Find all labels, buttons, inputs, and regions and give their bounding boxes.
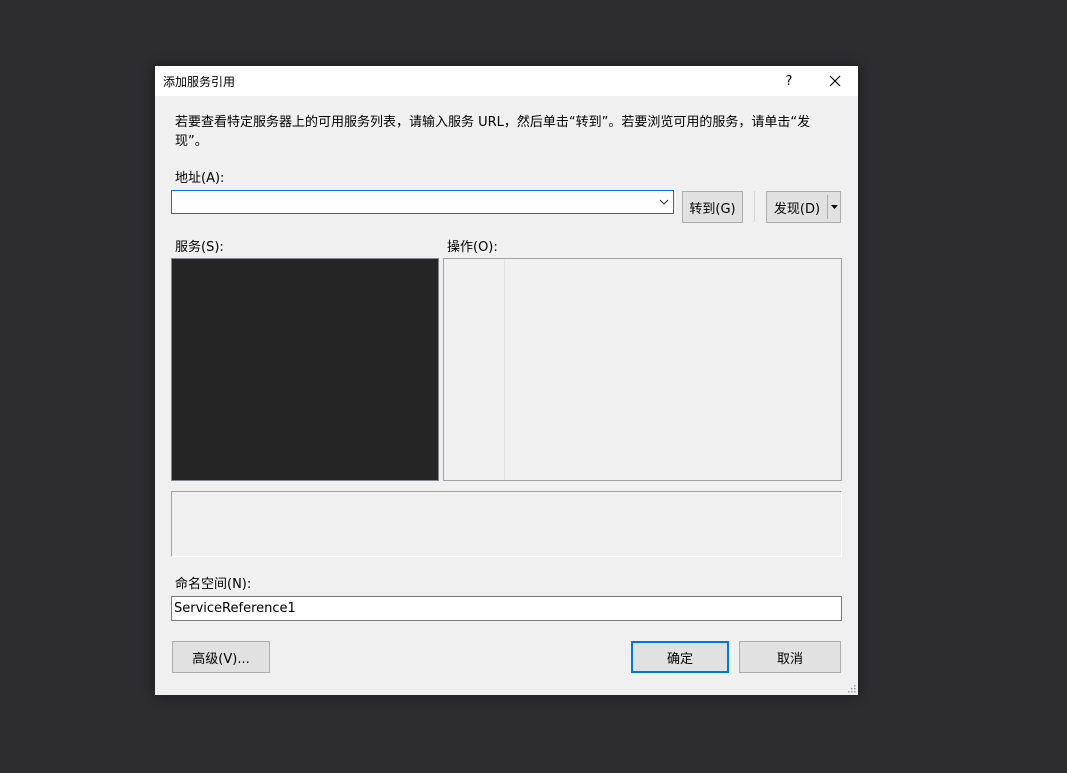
advanced-button[interactable]: 高级(V)... bbox=[172, 641, 270, 673]
services-tree[interactable] bbox=[171, 258, 439, 481]
close-icon bbox=[829, 75, 841, 87]
discover-dropdown-button[interactable] bbox=[828, 192, 840, 222]
ok-button-label: 确定 bbox=[666, 651, 693, 667]
cancel-button-label: 取消 bbox=[776, 651, 803, 667]
dialog-title: 添加服务引用 bbox=[163, 75, 236, 89]
help-icon: ? bbox=[785, 73, 793, 89]
help-button[interactable]: ? bbox=[766, 66, 812, 96]
chevron-down-icon bbox=[659, 199, 669, 205]
namespace-label: 命名空间(N): bbox=[175, 577, 252, 592]
close-button[interactable] bbox=[812, 66, 858, 96]
operations-list[interactable] bbox=[443, 258, 842, 481]
discover-button[interactable]: 发现(D) bbox=[767, 192, 827, 222]
title-bar[interactable]: 添加服务引用 ? bbox=[155, 66, 858, 96]
operations-label: 操作(O): bbox=[447, 240, 498, 255]
instructions-text: 若要查看特定服务器上的可用服务列表，请输入服务 URL，然后单击“转到”。若要浏… bbox=[175, 115, 811, 149]
details-area bbox=[171, 491, 842, 557]
cancel-button[interactable]: 取消 bbox=[739, 641, 841, 673]
discover-button-label: 发现(D) bbox=[773, 201, 821, 217]
operations-column-divider bbox=[504, 259, 505, 480]
address-input[interactable] bbox=[172, 191, 660, 213]
advanced-button-label: 高级(V)... bbox=[192, 651, 250, 667]
add-service-reference-dialog: 添加服务引用 ? 若要查看特定服务器上的可用服务列表，请输入服务 URL，然后单… bbox=[155, 66, 858, 695]
go-button-label: 转到(G) bbox=[689, 201, 736, 217]
namespace-input[interactable] bbox=[171, 596, 842, 621]
caret-down-icon bbox=[830, 205, 838, 209]
ok-button[interactable]: 确定 bbox=[631, 641, 729, 673]
address-label: 地址(A): bbox=[175, 171, 225, 186]
address-dropdown-button[interactable] bbox=[655, 191, 673, 213]
services-label: 服务(S): bbox=[175, 240, 224, 255]
discover-split-button[interactable]: 发现(D) bbox=[766, 191, 841, 223]
go-button[interactable]: 转到(G) bbox=[682, 191, 743, 223]
toolbar-separator bbox=[754, 191, 755, 222]
address-combobox[interactable] bbox=[171, 190, 674, 214]
resize-grip-icon[interactable] bbox=[846, 683, 856, 693]
